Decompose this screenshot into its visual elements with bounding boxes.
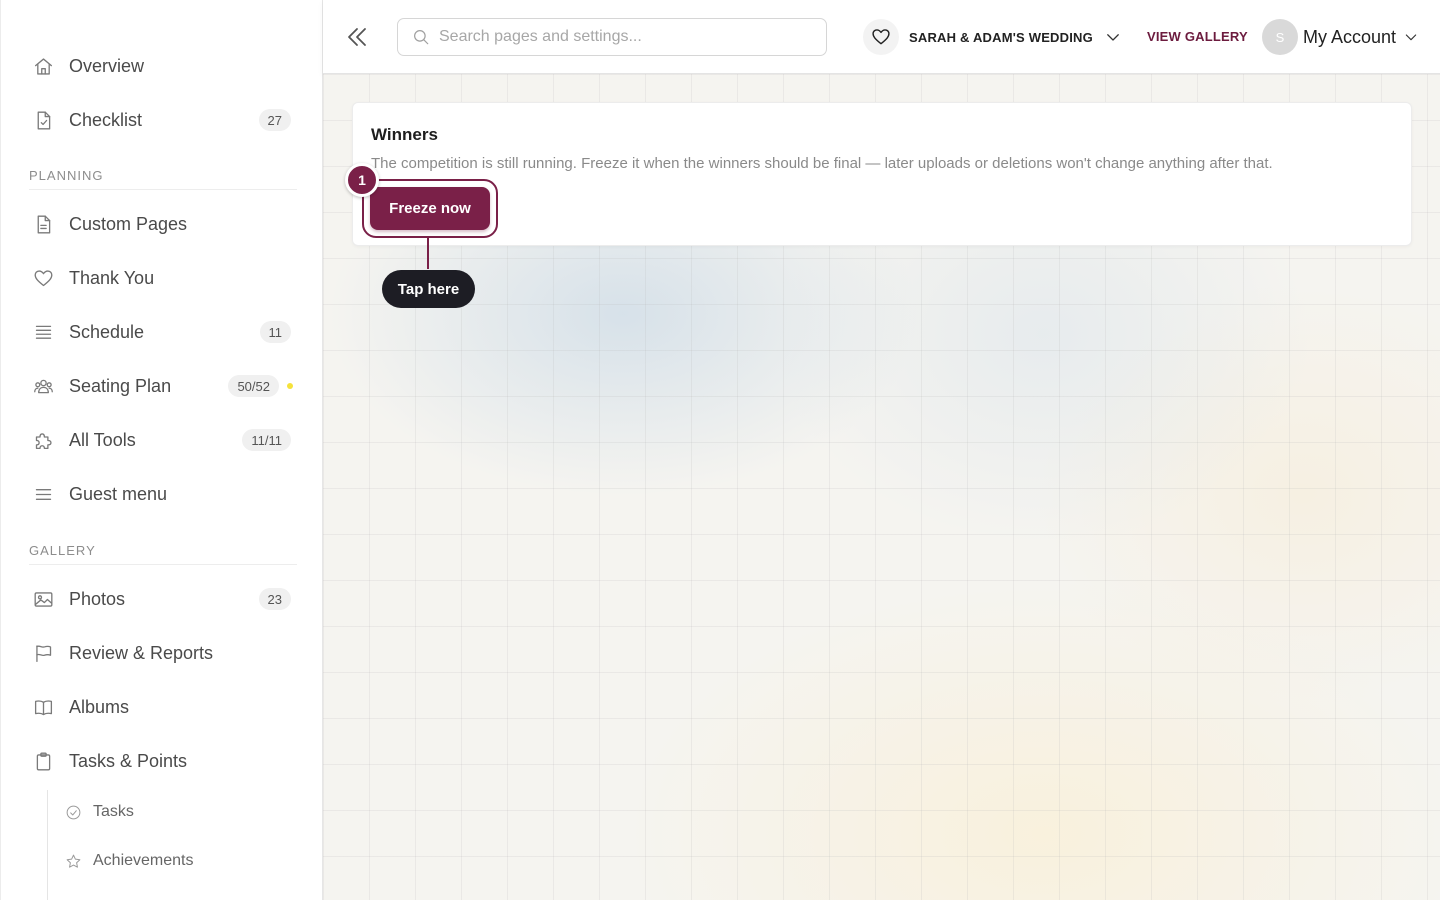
sidebar-item-label: All Tools xyxy=(69,429,136,450)
event-name: SARAH & ADAM'S WEDDING xyxy=(909,29,1093,45)
account-label: My Account xyxy=(1303,26,1397,47)
sidebar-item-label: Overview xyxy=(69,55,145,76)
sidebar-item-custom-pages[interactable]: Custom Pages xyxy=(29,204,291,244)
tap-here-tooltip: Tap here xyxy=(382,270,475,308)
sidebar-subitem-achievements[interactable]: Achievements xyxy=(65,846,194,876)
search-field[interactable] xyxy=(397,18,827,56)
section-label-gallery: GALLERY xyxy=(29,543,297,565)
sidebar-item-label: Schedule xyxy=(69,321,145,342)
sidebar-subitem-label: Achievements xyxy=(93,852,194,869)
avatar: S xyxy=(1262,19,1298,55)
count-badge: 23 xyxy=(258,588,291,610)
sidebar-item-photos[interactable]: Photos 23 xyxy=(29,579,291,619)
sidebar-item-label: Seating Plan xyxy=(69,375,172,396)
double-chevron-left-icon xyxy=(348,28,366,46)
sidebar-item-label: Photos xyxy=(69,588,126,609)
sidebar-subitem-label: Tasks xyxy=(93,803,134,820)
count-badge: 27 xyxy=(258,109,291,131)
chevron-down-icon xyxy=(1107,34,1119,41)
count-badge: 11/11 xyxy=(242,429,291,451)
heart-icon xyxy=(863,19,899,55)
puzzle-icon xyxy=(29,428,61,452)
sidebar-item-thank-you[interactable]: Thank You xyxy=(29,258,291,298)
menu-icon xyxy=(29,482,61,506)
winners-card: Winners The competition is still running… xyxy=(345,102,1412,246)
sidebar-item-label: Guest menu xyxy=(69,483,168,504)
people-icon xyxy=(29,374,61,398)
home-icon xyxy=(29,54,61,78)
search-input[interactable] xyxy=(439,28,809,46)
card-description: The competition is still running. Freeze… xyxy=(371,155,1273,172)
sidebar-subitem-tasks[interactable]: Tasks xyxy=(65,797,134,827)
view-gallery-link[interactable]: VIEW GALLERY xyxy=(1147,29,1248,44)
account-menu[interactable]: S My Account xyxy=(1262,19,1419,55)
sidebar-item-tasks-points[interactable]: Tasks & Points xyxy=(29,741,291,781)
star-icon xyxy=(65,853,82,870)
sidebar: Overview Checklist 27 PLANNING Custom Pa… xyxy=(0,0,323,900)
flag-icon xyxy=(29,641,61,665)
sidebar-item-schedule[interactable]: Schedule 11 xyxy=(29,312,291,352)
sidebar-item-seating-plan[interactable]: Seating Plan 50/52 xyxy=(29,366,293,406)
heart-icon xyxy=(29,266,61,290)
sidebar-item-label: Custom Pages xyxy=(69,213,188,234)
sidebar-item-label: Tasks & Points xyxy=(69,750,188,771)
step-number-badge: 1 xyxy=(345,163,379,197)
checklist-icon xyxy=(29,108,61,132)
check-circle-icon xyxy=(65,804,82,821)
topbar: SARAH & ADAM'S WEDDING VIEW GALLERY S My… xyxy=(323,0,1440,74)
sidebar-item-checklist[interactable]: Checklist 27 xyxy=(29,100,291,140)
chevron-down-icon xyxy=(1405,34,1417,41)
sidebar-item-albums[interactable]: Albums xyxy=(29,687,291,727)
search-icon xyxy=(398,28,430,46)
event-selector[interactable]: SARAH & ADAM'S WEDDING xyxy=(863,18,1122,56)
list-icon xyxy=(29,320,61,344)
count-badge: 50/52 xyxy=(228,375,279,397)
sidebar-item-all-tools[interactable]: All Tools 11/11 xyxy=(29,420,291,460)
sidebar-item-overview[interactable]: Overview xyxy=(29,46,291,86)
sidebar-item-label: Checklist xyxy=(69,109,143,130)
collapse-sidebar-button[interactable] xyxy=(345,24,369,50)
status-dot xyxy=(287,383,293,389)
sidebar-item-label: Review & Reports xyxy=(69,642,214,663)
document-icon xyxy=(29,212,61,236)
submenu-guide-line xyxy=(47,790,48,900)
sidebar-item-guest-menu[interactable]: Guest menu xyxy=(29,474,291,514)
tooltip-connector xyxy=(427,238,429,269)
main-content: Winners The competition is still running… xyxy=(323,74,1440,900)
section-label-planning: PLANNING xyxy=(29,168,297,190)
count-badge: 11 xyxy=(259,321,291,343)
clipboard-icon xyxy=(29,749,61,773)
book-icon xyxy=(29,695,61,719)
sidebar-item-label: Albums xyxy=(69,696,130,717)
sidebar-item-review-reports[interactable]: Review & Reports xyxy=(29,633,291,673)
sidebar-item-label: Thank You xyxy=(69,267,155,288)
card-title: Winners xyxy=(371,125,438,144)
image-icon xyxy=(29,587,61,611)
freeze-now-button[interactable]: Freeze now xyxy=(370,187,490,230)
